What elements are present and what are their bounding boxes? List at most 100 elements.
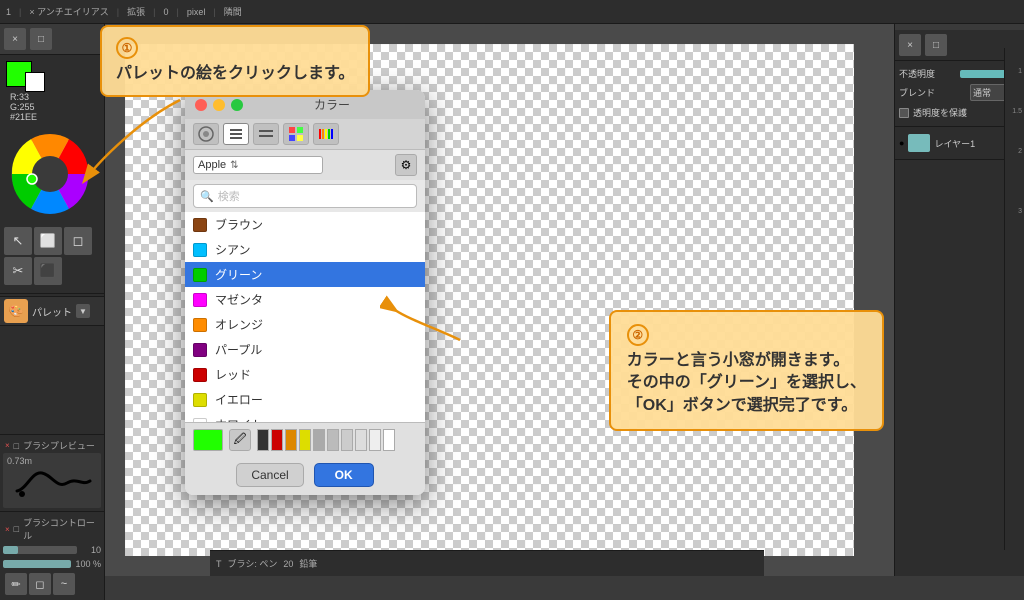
toolbar-slider-btn[interactable]	[253, 123, 279, 145]
tool-row-1: ↖ ⬜ ◻	[4, 227, 100, 255]
color-name-white: ホワイト	[215, 416, 263, 422]
size-slider[interactable]	[3, 546, 77, 554]
swatch-orange[interactable]	[285, 429, 297, 451]
toolbar-palette-btn[interactable]	[283, 123, 309, 145]
blend-label: ブレンド	[899, 86, 935, 99]
tool-eraser[interactable]: ◻	[29, 573, 51, 595]
eyedropper-btn[interactable]: 🖉	[229, 429, 251, 451]
color-name-purple: パープル	[215, 341, 262, 358]
color-g: G:255	[10, 102, 94, 112]
antialias-label: × アンチエイリアス	[29, 5, 108, 18]
swatch-gray1[interactable]	[313, 429, 325, 451]
dialog-min-btn[interactable]	[213, 99, 225, 111]
dialog-close-btn[interactable]	[195, 99, 207, 111]
crop-tool[interactable]: ✂	[4, 257, 32, 285]
brush-preview-content: 0.73m	[3, 453, 101, 508]
protect-checkbox[interactable]	[899, 108, 909, 118]
color-item-cyan[interactable]: シアン	[185, 237, 425, 262]
color-item-magenta[interactable]: マゼンタ	[185, 287, 425, 312]
color-item-purple[interactable]: パープル	[185, 337, 425, 362]
opacity-row: 不透明度	[899, 65, 1020, 82]
dialog-source-row: Apple ⇅ ⚙	[185, 150, 425, 180]
expand-icon-brush[interactable]: □	[14, 524, 19, 534]
color-dot-orange	[193, 318, 207, 332]
swatch-white[interactable]	[383, 429, 395, 451]
brush-preview-panel: × □ ブラシプレビュー 0.73m	[0, 434, 104, 511]
toolbar-wheel-btn[interactable]	[193, 123, 219, 145]
color-info: R:33 G:255 #21EE	[6, 90, 98, 124]
settings-gear-btn[interactable]: ⚙	[395, 154, 417, 176]
palette-icon[interactable]: 🎨	[4, 299, 28, 323]
source-select[interactable]: Apple ⇅	[193, 156, 323, 174]
ruler-3: 3	[1018, 208, 1022, 215]
color-dot-yellow	[193, 393, 207, 407]
color-item-brown[interactable]: ブラウン	[185, 212, 425, 237]
select-tool[interactable]: ⬜	[34, 227, 62, 255]
swatch-gray5[interactable]	[369, 429, 381, 451]
callout-2-number: ②	[627, 324, 649, 346]
color-item-orange[interactable]: オレンジ	[185, 312, 425, 337]
size-val: 10	[81, 545, 101, 555]
blend-row: ブレンド 通常	[899, 82, 1020, 103]
swatch-gray2[interactable]	[327, 429, 339, 451]
size-num: 20	[283, 559, 293, 569]
swatch-red[interactable]	[271, 429, 283, 451]
swatch-yellow[interactable]	[299, 429, 311, 451]
lasso-tool[interactable]: ◻	[64, 227, 92, 255]
dialog-bottom: 🖉	[185, 422, 425, 457]
palette-label: パレット	[32, 304, 72, 319]
color-name-cyan: シアン	[215, 241, 251, 258]
swatch-gray4[interactable]	[355, 429, 367, 451]
color-item-green[interactable]: グリーン	[185, 262, 425, 287]
dialog-buttons: Cancel OK	[185, 457, 425, 495]
palette-expand[interactable]: ▼	[76, 304, 90, 318]
opacity-slider[interactable]	[3, 560, 71, 568]
layer-dot: ●	[899, 138, 904, 148]
search-icon: 🔍	[200, 190, 214, 203]
sidebar-expand-btn[interactable]: □	[30, 28, 52, 50]
close-icon-small[interactable]: ×	[5, 441, 10, 450]
fill-tool[interactable]: ⬛	[34, 257, 62, 285]
color-wheel-svg	[10, 134, 90, 214]
sidebar-close-btn[interactable]: ×	[4, 28, 26, 50]
callout-2: ② カラーと言う小窓が開きます。 その中の「グリーン」を選択し、 「OK」ボタン…	[609, 310, 884, 431]
move-tool[interactable]: ↖	[4, 227, 32, 255]
right-close-btn[interactable]: ×	[899, 34, 921, 56]
right-sidebar: × □ 不透明度 ブレンド 通常 透明度を保護 ●	[894, 24, 1024, 576]
palette-row: 🎨 パレット ▼	[0, 296, 104, 326]
close-icon-brush[interactable]: ×	[5, 525, 10, 534]
dialog-search-field[interactable]: 🔍 検索	[193, 184, 417, 208]
color-name-orange: オレンジ	[215, 316, 263, 333]
layer-name: レイヤー1	[934, 137, 975, 150]
color-item-red[interactable]: レッド	[185, 362, 425, 387]
slider-row-2: 100 %	[3, 557, 101, 571]
top-bar-num: 1	[6, 7, 11, 17]
color-item-white[interactable]: ホワイト	[185, 412, 425, 422]
layer-thumbnail	[908, 134, 930, 152]
color-dot-green	[193, 268, 207, 282]
tool-pen[interactable]: ✏	[5, 573, 27, 595]
tool-smudge[interactable]: ~	[53, 573, 75, 595]
right-expand-btn[interactable]: □	[925, 34, 947, 56]
swatch-black[interactable]	[257, 429, 269, 451]
dialog-max-btn[interactable]	[231, 99, 243, 111]
tool-row-2: ✂ ⬛	[4, 257, 100, 285]
color-name-red: レッド	[215, 366, 251, 383]
toolbar-list-btn[interactable]	[223, 123, 249, 145]
slider-row-1: 10	[3, 543, 101, 557]
callout-2-text: カラーと言う小窓が開きます。 その中の「グリーン」を選択し、 「OK」ボタンで選…	[627, 350, 866, 417]
ruler-1-5: 1.5	[1012, 108, 1022, 115]
brush-control-panel: × □ ブラシコントロール 10 100 % ✏ ◻ ~	[0, 511, 104, 600]
opacity-slider-fill	[3, 560, 71, 568]
brush-control-header: × □ ブラシコントロール	[3, 515, 101, 543]
cancel-button[interactable]: Cancel	[236, 463, 303, 487]
ok-button[interactable]: OK	[314, 463, 374, 487]
swatch-gray3[interactable]	[341, 429, 353, 451]
color-wheel-area	[10, 134, 95, 219]
background-swatch[interactable]	[25, 72, 45, 92]
expand-icon[interactable]: □	[14, 441, 19, 451]
source-arrows-icon: ⇅	[230, 160, 238, 171]
toolbar-colorful-btn[interactable]	[313, 123, 339, 145]
top-bar: 1 | × アンチエイリアス | 拡張 | 0 | pixel | 隣間	[0, 0, 1024, 24]
color-item-yellow[interactable]: イエロー	[185, 387, 425, 412]
